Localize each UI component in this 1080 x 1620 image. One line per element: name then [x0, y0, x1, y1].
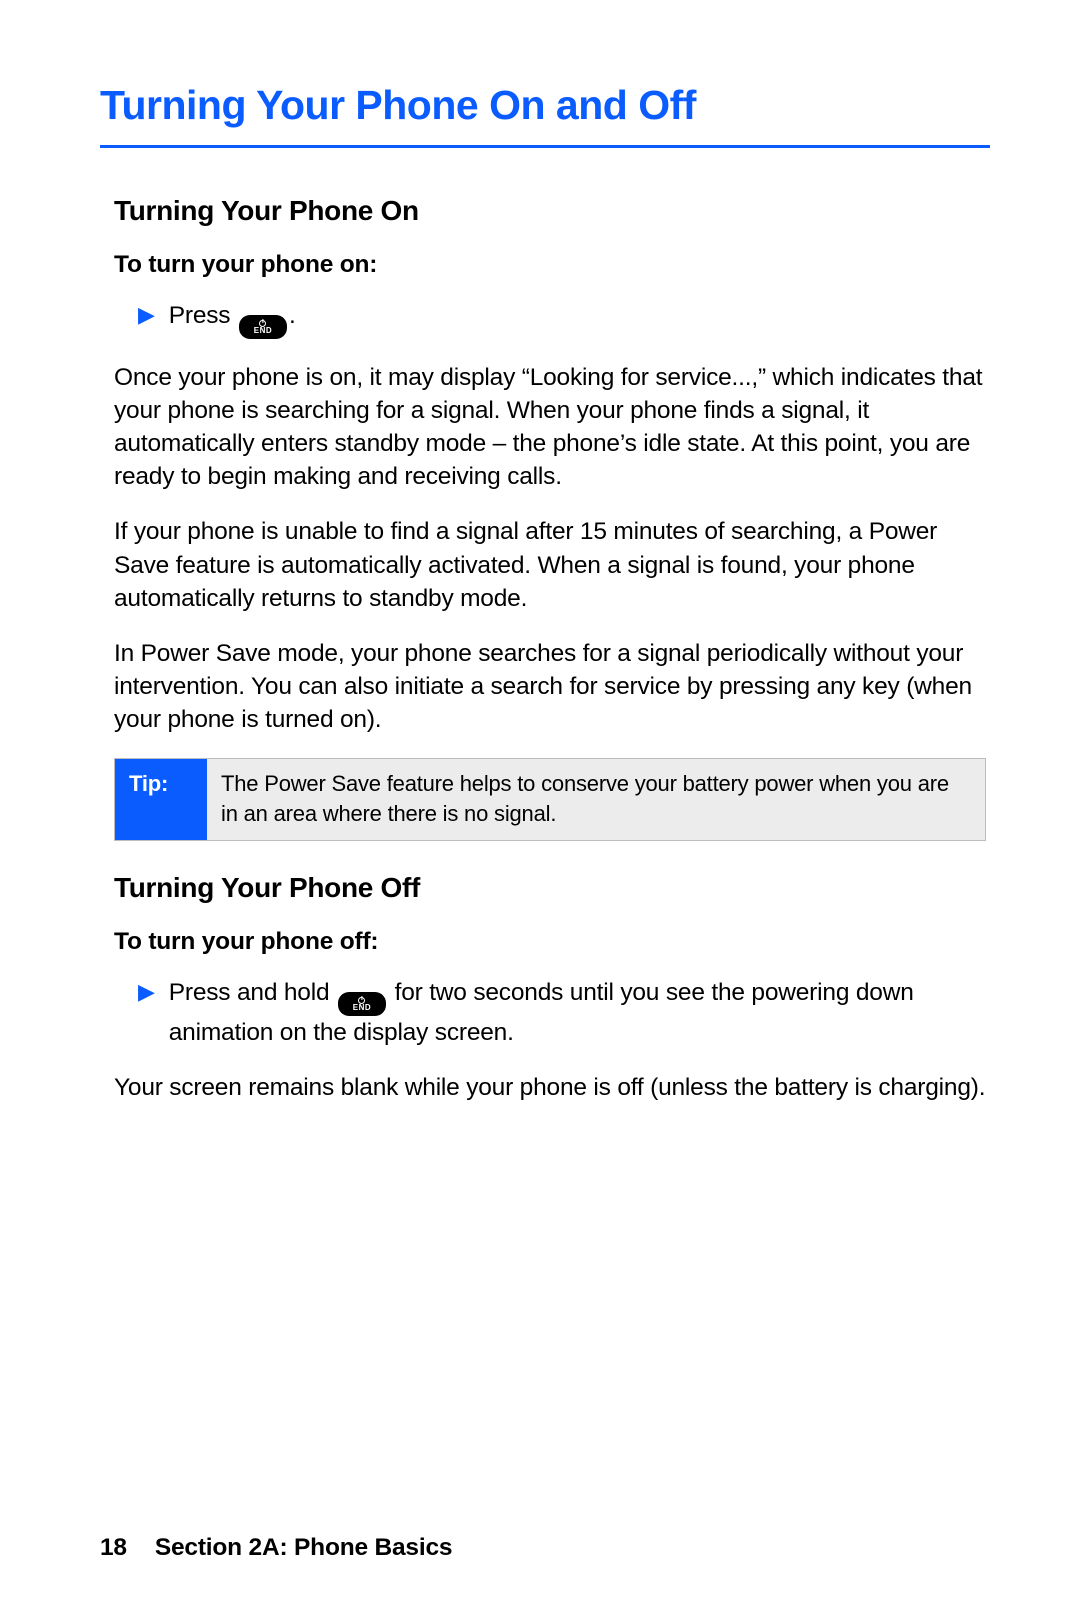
- page-number: 18: [100, 1531, 127, 1564]
- step-turn-off: ▶ Press and hold END for two seconds unt…: [114, 976, 986, 1049]
- arrow-icon: ▶: [138, 978, 155, 1007]
- paragraph: Your screen remains blank while your pho…: [114, 1071, 986, 1104]
- heading-turning-on: Turning Your Phone On: [114, 192, 986, 230]
- section-label: Section 2A: Phone Basics: [155, 1531, 452, 1564]
- tip-box: Tip: The Power Save feature helps to con…: [114, 758, 986, 841]
- step-turn-on: ▶ Press END.: [114, 299, 986, 339]
- subheading-turn-off: To turn your phone off:: [114, 925, 986, 958]
- step-text-suffix: .: [289, 302, 296, 329]
- paragraph: Once your phone is on, it may display “L…: [114, 361, 986, 493]
- paragraph: If your phone is unable to find a signal…: [114, 515, 986, 614]
- step-text-prefix: Press and hold: [169, 979, 336, 1006]
- end-key-icon: END: [338, 992, 386, 1016]
- end-key-icon: END: [239, 315, 287, 339]
- page-title: Turning Your Phone On and Off: [100, 78, 990, 148]
- paragraph: In Power Save mode, your phone searches …: [114, 637, 986, 736]
- subheading-turn-on: To turn your phone on:: [114, 248, 986, 281]
- step-text-prefix: Press: [169, 302, 237, 329]
- arrow-icon: ▶: [138, 301, 155, 330]
- tip-label: Tip:: [115, 759, 207, 840]
- tip-body: The Power Save feature helps to conserve…: [207, 759, 985, 840]
- page-footer: 18 Section 2A: Phone Basics: [100, 1531, 452, 1564]
- content-area: Turning Your Phone On To turn your phone…: [100, 192, 990, 1104]
- heading-turning-off: Turning Your Phone Off: [114, 869, 986, 907]
